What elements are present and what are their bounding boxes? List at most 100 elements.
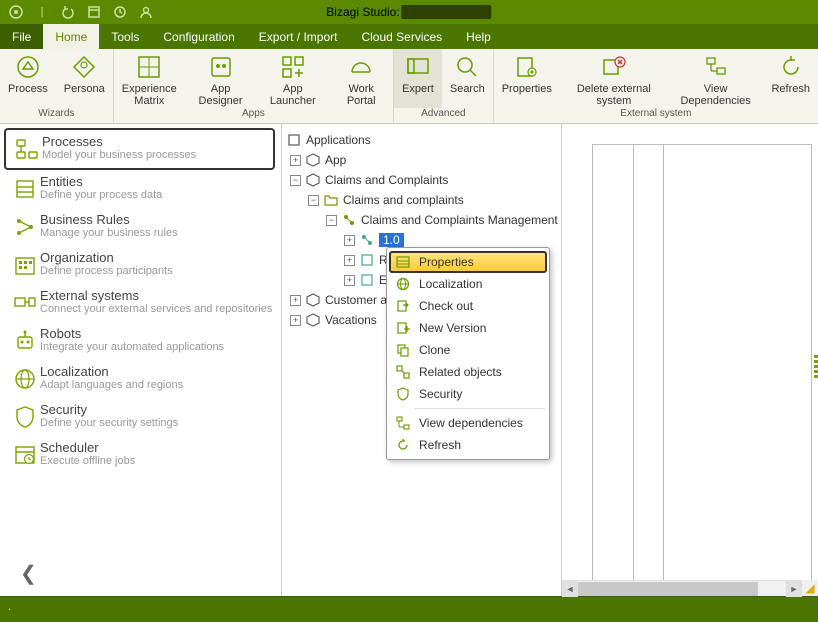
- sidebar-item-label: Localization: [40, 364, 183, 379]
- context-menu: Properties Localization Check out New Ve…: [386, 247, 550, 460]
- menu-configuration[interactable]: Configuration: [151, 24, 246, 49]
- panel-collapse-handle[interactable]: [814, 354, 818, 379]
- tree-label: Claims and Complaints Management: [361, 213, 558, 227]
- ribbon-process[interactable]: Process: [0, 49, 56, 108]
- sidebar-item-robots[interactable]: RobotsIntegrate your automated applicati…: [4, 322, 281, 360]
- tree-mgmt[interactable]: − Claims and Complaints Management: [286, 210, 557, 230]
- scroll-corner-icon[interactable]: ◢: [802, 580, 818, 596]
- ribbon-persona[interactable]: Persona: [56, 49, 113, 108]
- window-icon[interactable]: [86, 4, 102, 20]
- sidebar-item-organization[interactable]: OrganizationDefine process participants: [4, 246, 281, 284]
- tree-expander[interactable]: +: [290, 315, 301, 326]
- menu-home[interactable]: Home: [43, 24, 99, 49]
- ribbon-view-dependencies[interactable]: View Dependencies: [668, 49, 764, 108]
- persona-icon: [70, 53, 98, 81]
- scroll-right-icon[interactable]: ►: [786, 581, 802, 597]
- embedded-icon: [359, 272, 375, 288]
- undo-icon[interactable]: [60, 4, 76, 20]
- designer-icon: [207, 53, 235, 81]
- ribbon-experience-label: Experience Matrix: [122, 83, 177, 107]
- tree-expander[interactable]: −: [308, 195, 319, 206]
- context-label: View dependencies: [419, 416, 523, 430]
- tree-claims-sub[interactable]: − Claims and complaints: [286, 190, 557, 210]
- tree-app[interactable]: + App: [286, 150, 557, 170]
- localization-icon: [10, 364, 40, 394]
- sidebar-item-label: Entities: [40, 174, 162, 189]
- scroll-left-icon[interactable]: ◄: [562, 581, 578, 597]
- context-security[interactable]: Security: [389, 383, 547, 405]
- sidebar-item-label: Robots: [40, 326, 224, 341]
- sidebar-item-label: External systems: [40, 288, 272, 303]
- new-version-icon: [395, 320, 411, 336]
- sidebar-item-business-rules[interactable]: Business RulesManage your business rules: [4, 208, 281, 246]
- sidebar-item-desc: Integrate your automated applications: [40, 341, 224, 353]
- tree-expander[interactable]: +: [290, 155, 301, 166]
- portal-icon: [347, 53, 375, 81]
- sidebar-item-localization[interactable]: LocalizationAdapt languages and regions: [4, 360, 281, 398]
- menu-export-import[interactable]: Export / Import: [247, 24, 350, 49]
- tree-label: Claims and complaints: [343, 193, 464, 207]
- sidebar-item-external-systems[interactable]: External systemsConnect your external se…: [4, 284, 281, 322]
- external-icon: [10, 288, 40, 318]
- sidebar-item-label: Organization: [40, 250, 173, 265]
- ribbon-search-label: Search: [450, 83, 485, 95]
- sidebar-item-desc: Define process participants: [40, 265, 173, 277]
- context-refresh[interactable]: Refresh: [389, 434, 547, 456]
- menu-tools[interactable]: Tools: [99, 24, 151, 49]
- ribbon-expert[interactable]: Expert: [394, 49, 442, 108]
- ribbon-view-dependencies-label: View Dependencies: [676, 83, 756, 107]
- ribbon-work-portal[interactable]: Work Portal: [329, 49, 393, 108]
- clock-icon[interactable]: [112, 4, 128, 20]
- tree-expander[interactable]: −: [326, 215, 337, 226]
- context-localization[interactable]: Localization: [389, 273, 547, 295]
- window-quick-icons: |: [8, 4, 154, 20]
- tree-applications[interactable]: Applications: [286, 130, 557, 150]
- menu-file[interactable]: File: [0, 24, 43, 49]
- menu-help[interactable]: Help: [454, 24, 503, 49]
- tree-expander[interactable]: −: [290, 175, 301, 186]
- ribbon-delete-external[interactable]: Delete external system: [560, 49, 668, 108]
- context-checkout[interactable]: Check out: [389, 295, 547, 317]
- tree-label: App: [325, 153, 346, 167]
- context-label: Check out: [419, 299, 473, 313]
- ribbon-group-external: Properties Delete external system View D…: [494, 49, 818, 123]
- cube-icon: [305, 152, 321, 168]
- context-clone[interactable]: Clone: [389, 339, 547, 361]
- diagram-document[interactable]: [592, 144, 812, 584]
- ribbon: Process Persona Wizards Experience Matri…: [0, 49, 818, 124]
- properties-icon: [395, 254, 411, 270]
- process-node-icon: [341, 212, 357, 228]
- context-label: Refresh: [419, 438, 461, 452]
- sidebar-item-entities[interactable]: EntitiesDefine your process data: [4, 170, 281, 208]
- sidebar-item-security[interactable]: SecurityDefine your security settings: [4, 398, 281, 436]
- ribbon-app-designer[interactable]: App Designer: [185, 49, 257, 108]
- tree-expander[interactable]: +: [344, 255, 355, 266]
- ribbon-refresh[interactable]: Refresh: [763, 49, 818, 108]
- ribbon-app-launcher[interactable]: App Launcher: [256, 49, 329, 108]
- context-new-version[interactable]: New Version: [389, 317, 547, 339]
- scroll-thumb[interactable]: [578, 582, 758, 596]
- divider-icon: |: [34, 4, 50, 20]
- ribbon-properties[interactable]: Properties: [494, 49, 560, 108]
- ribbon-search[interactable]: Search: [442, 49, 493, 108]
- tree-expander[interactable]: +: [344, 235, 355, 246]
- tree-expander[interactable]: +: [290, 295, 301, 306]
- user-icon[interactable]: [138, 4, 154, 20]
- context-view-dependencies[interactable]: View dependencies: [389, 412, 547, 434]
- tree-expander[interactable]: +: [344, 275, 355, 286]
- context-related-objects[interactable]: Related objects: [389, 361, 547, 383]
- tree-claims[interactable]: − Claims and Complaints: [286, 170, 557, 190]
- ribbon-launcher-label: App Launcher: [264, 83, 321, 107]
- back-arrow[interactable]: ❮: [20, 561, 37, 586]
- horizontal-scrollbar[interactable]: ◄ ►: [562, 580, 802, 596]
- ribbon-experience-matrix[interactable]: Experience Matrix: [114, 49, 185, 108]
- sidebar-item-processes[interactable]: ProcessesModel your business processes: [4, 128, 275, 170]
- processes-icon: [12, 134, 42, 164]
- entities-icon: [10, 174, 40, 204]
- tree-label: Customer att: [325, 293, 394, 307]
- menu-cloud-services[interactable]: Cloud Services: [349, 24, 454, 49]
- context-properties[interactable]: Properties: [389, 251, 547, 273]
- ribbon-expert-label: Expert: [402, 83, 434, 95]
- deps-icon: [395, 415, 411, 431]
- sidebar-item-scheduler[interactable]: SchedulerExecute offline jobs: [4, 436, 281, 474]
